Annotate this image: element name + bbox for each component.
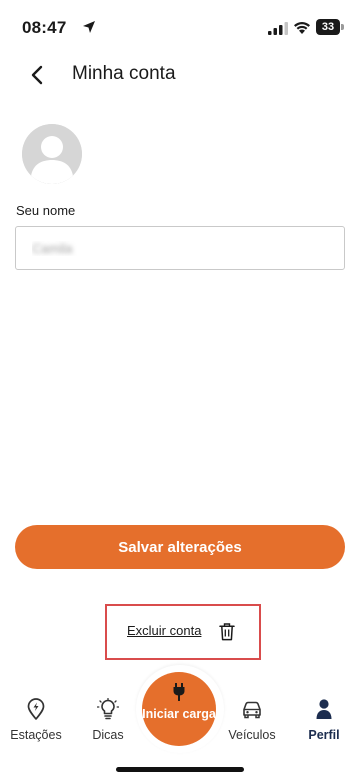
save-changes-button[interactable]: Salvar alterações bbox=[15, 525, 345, 569]
person-icon bbox=[316, 699, 332, 719]
back-arrow-icon[interactable] bbox=[26, 63, 50, 87]
page-header: Minha conta bbox=[0, 55, 360, 95]
trash-icon[interactable] bbox=[219, 623, 235, 641]
home-indicator bbox=[116, 767, 244, 772]
page-title: Minha conta bbox=[72, 63, 176, 84]
start-charge-button[interactable]: Iniciar carga bbox=[142, 672, 216, 746]
location-arrow-icon bbox=[83, 21, 95, 33]
tab-veiculos[interactable]: Veículos bbox=[220, 698, 284, 742]
delete-account-link[interactable]: Excluir conta bbox=[127, 623, 201, 638]
name-input[interactable] bbox=[15, 226, 345, 270]
cellular-signal-icon bbox=[268, 22, 288, 35]
tab-label-veiculos: Veículos bbox=[228, 728, 276, 742]
lightbulb-icon bbox=[97, 698, 119, 720]
tab-estacoes[interactable]: Estações bbox=[4, 698, 68, 742]
avatar[interactable] bbox=[22, 124, 82, 184]
tab-dicas[interactable]: Dicas bbox=[76, 698, 140, 742]
tab-perfil[interactable]: Perfil bbox=[292, 698, 356, 742]
start-charge-label: Iniciar carga bbox=[142, 707, 216, 721]
wifi-icon bbox=[294, 22, 310, 34]
battery-tip bbox=[341, 24, 344, 30]
tab-label-dicas: Dicas bbox=[92, 728, 124, 742]
tab-label-perfil: Perfil bbox=[308, 728, 340, 742]
battery-level: 33 bbox=[316, 19, 340, 35]
status-bar: 08:47 33 bbox=[0, 0, 360, 50]
plug-icon bbox=[173, 683, 185, 701]
status-time: 08:47 bbox=[22, 18, 67, 37]
tab-label-estacoes: Estações bbox=[10, 728, 62, 742]
ev-station-pin-icon bbox=[27, 698, 45, 720]
name-field-label: Seu nome bbox=[16, 203, 76, 218]
delete-account-highlight: Excluir conta bbox=[105, 604, 261, 660]
battery-icon: 33 bbox=[316, 19, 344, 35]
car-icon bbox=[243, 701, 261, 719]
user-silhouette-icon bbox=[22, 124, 82, 184]
